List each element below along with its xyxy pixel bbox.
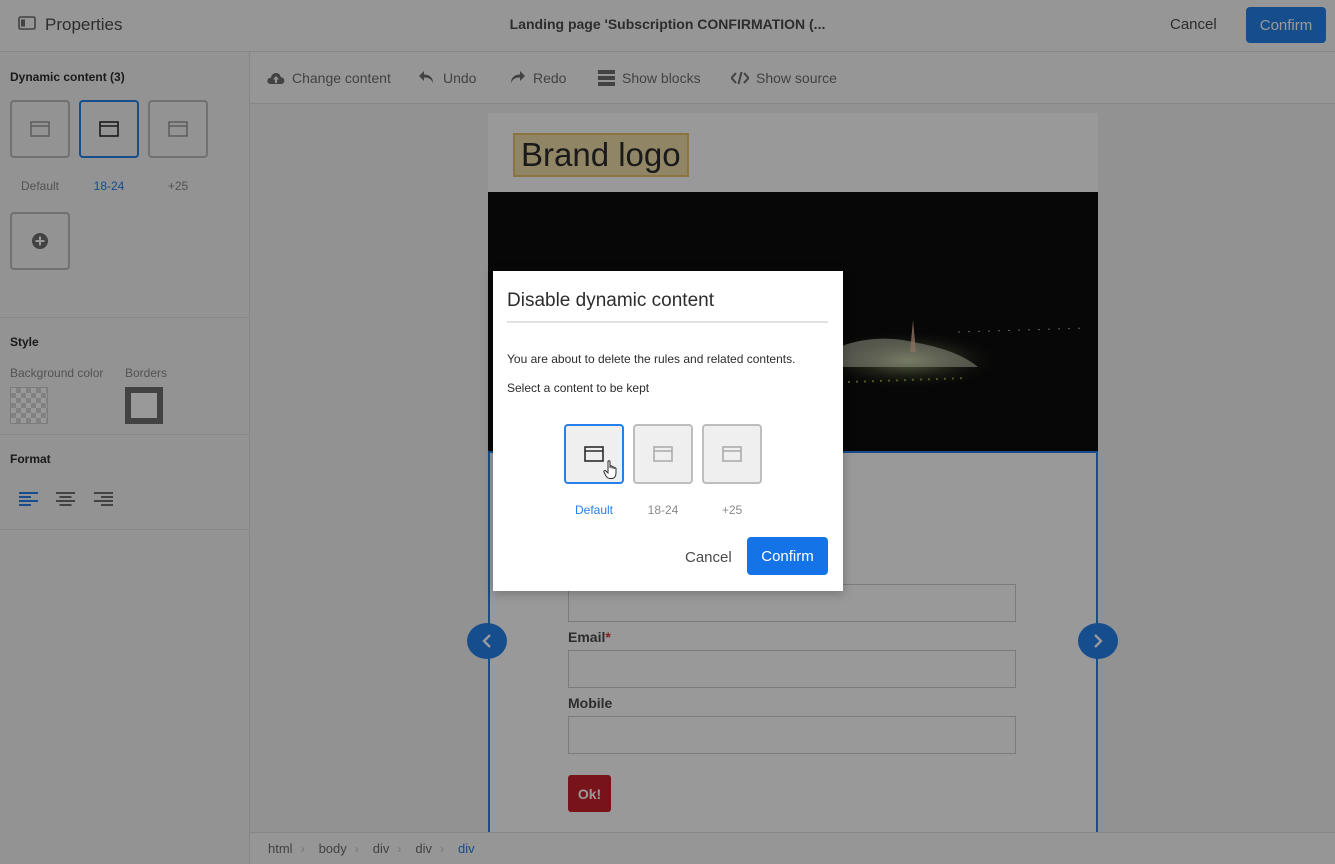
keep-option-label-default: Default — [574, 503, 614, 517]
dialog-cancel-button[interactable]: Cancel — [685, 549, 732, 566]
dialog-title: Disable dynamic content — [507, 290, 714, 311]
keep-option-18-24[interactable] — [633, 424, 693, 484]
dialog-instruction: Select a content to be kept — [507, 381, 650, 395]
disable-dynamic-content-dialog: Disable dynamic content You are about to… — [493, 271, 843, 591]
keep-option-label-18-24: 18-24 — [647, 503, 679, 517]
hand-cursor-icon — [603, 460, 619, 485]
content-block-icon — [722, 446, 742, 462]
content-block-icon — [584, 446, 604, 462]
dialog-divider — [507, 321, 828, 323]
dialog-message: You are about to delete the rules and re… — [507, 352, 796, 366]
keep-option-plus25[interactable] — [702, 424, 762, 484]
dialog-confirm-button[interactable]: Confirm — [747, 537, 828, 575]
keep-option-label-plus25: +25 — [721, 503, 743, 517]
content-block-icon — [653, 446, 673, 462]
